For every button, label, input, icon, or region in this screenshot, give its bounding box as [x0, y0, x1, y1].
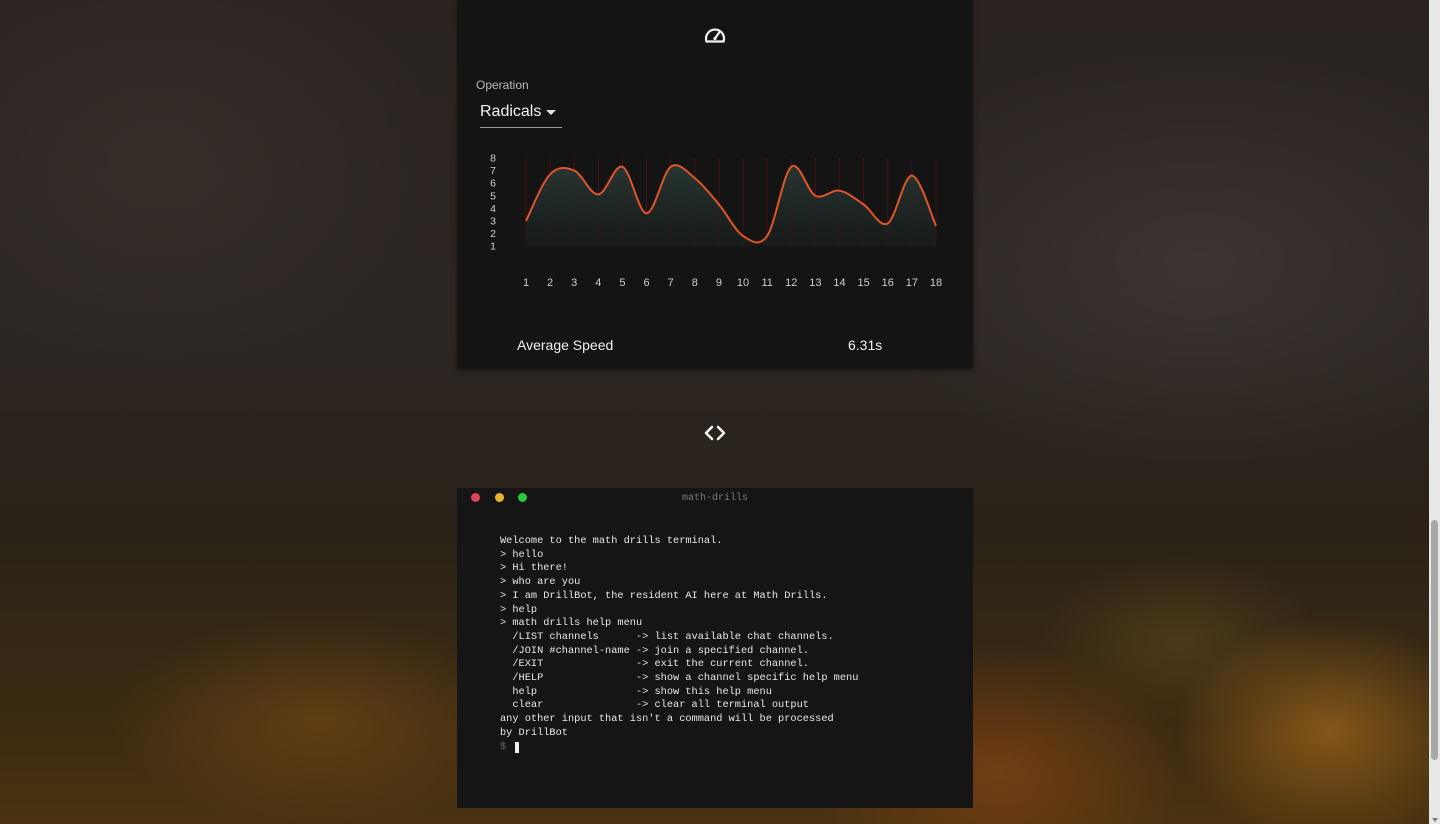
- chart-x-tick-label: 16: [882, 277, 894, 289]
- terminal-line: help -> show this help menu: [500, 685, 772, 698]
- operation-label: Operation: [476, 78, 529, 92]
- operation-select-value: Radicals: [480, 103, 542, 120]
- chart-y-tick-label: 2: [490, 228, 496, 240]
- chart-x-tick-label: 1: [523, 277, 529, 289]
- chart-point: [766, 235, 768, 237]
- chart-point: [935, 225, 937, 227]
- chart-x-tick-label: 11: [761, 277, 772, 289]
- stats-card: Operation Radicals 8 7 6 5 4 3 2 1 1 2 3 4 5 6 7 8 9 10 11…: [457, 0, 973, 368]
- terminal-line: > Hi there!: [500, 562, 568, 575]
- terminal-cursor[interactable]: [515, 742, 519, 753]
- terminal-line: by DrillBot: [500, 726, 568, 739]
- chart-x-tick-label: 9: [716, 277, 722, 289]
- chart-y-tick-label: 6: [490, 178, 496, 190]
- chart-point: [718, 204, 720, 206]
- terminal-title: math-drills: [681, 493, 748, 504]
- chart-x-tick-label: 14: [833, 277, 845, 289]
- scrollbar-thumb[interactable]: [1431, 520, 1438, 760]
- terminal-prompt: $: [500, 741, 507, 753]
- terminal-line: > who are you: [500, 576, 581, 589]
- chart-x-tick-label: 12: [785, 277, 797, 289]
- terminal-output: Welcome to the math drills terminal. > h…: [500, 535, 858, 741]
- chart-y-tick-label: 3: [490, 216, 496, 228]
- chart-point: [694, 177, 696, 179]
- chart-point: [597, 193, 599, 195]
- speed-chart: 876543211 2 3 4 5 6 7 8 9 10 11 12 13 14 15 16 17 18: [490, 153, 942, 290]
- average-speed-label: Average Speed: [517, 337, 614, 353]
- chart-x-tick-label: 8: [692, 277, 698, 289]
- chart-x-tick-label: 5: [619, 277, 625, 289]
- terminal-line: any other input that isn't a command wil…: [500, 713, 834, 726]
- terminal-window: math-drills Welcome to the math drills t…: [457, 488, 973, 808]
- terminal-line: /HELP -> show a channel specific help me…: [500, 672, 859, 685]
- chart-y-tick-label: 1: [490, 241, 496, 253]
- page-scrollbar[interactable]: [1429, 0, 1440, 824]
- chart-point: [621, 166, 623, 168]
- speedometer-icon: [704, 28, 726, 43]
- chart-point: [525, 220, 527, 222]
- chart-y-tick-label: 8: [490, 153, 496, 165]
- chart-point: [549, 173, 551, 175]
- terminal-line: > hello: [500, 548, 544, 561]
- terminal-line: > I am DrillBot, the resident AI here at…: [500, 589, 828, 602]
- terminal-line: clear -> clear all terminal output: [500, 699, 809, 712]
- chart-point: [863, 204, 865, 206]
- chart-x-tick-label: 18: [930, 277, 942, 289]
- chart-point: [742, 235, 744, 237]
- chart-x-tick-label: 10: [737, 277, 749, 289]
- average-speed-value: 6.31s: [848, 337, 883, 353]
- chart-y-tick-label: 7: [490, 165, 496, 177]
- terminal-line: > help: [500, 603, 538, 616]
- chart-x-tick-label: 13: [809, 277, 821, 289]
- chart-point: [839, 190, 841, 192]
- chart-point: [790, 166, 792, 168]
- terminal-line: /LIST channels -> list available chat ch…: [500, 630, 834, 643]
- chart-point: [911, 175, 913, 177]
- chart-point: [646, 212, 648, 214]
- chart-y-tick-label: 5: [490, 190, 496, 202]
- chevron-down-icon: [546, 110, 556, 115]
- scroll-down-arrow-icon[interactable]: [1432, 818, 1438, 822]
- chart-point: [670, 166, 672, 168]
- chart-point: [814, 195, 816, 197]
- terminal-line: /JOIN #channel-name -> join a specified …: [500, 644, 809, 657]
- chart-x-tick-label: 17: [906, 277, 918, 289]
- chart-x-tick-label: 4: [595, 277, 601, 289]
- chart-y-tick-label: 4: [490, 203, 496, 215]
- terminal-line: > math drills help menu: [500, 617, 643, 630]
- terminal-line: Welcome to the math drills terminal.: [500, 535, 723, 547]
- chart-point: [887, 222, 889, 224]
- operation-select[interactable]: Radicals: [480, 100, 562, 128]
- code-brackets-icon[interactable]: [702, 423, 728, 443]
- terminal-line: /EXIT -> exit the current channel.: [500, 658, 809, 671]
- chart-x-tick-label: 3: [571, 277, 577, 289]
- chart-x-tick-label: 7: [668, 277, 674, 289]
- chart-area-fill: [526, 165, 936, 246]
- chart-x-tick-label: 2: [547, 277, 553, 289]
- chart-x-tick-label: 15: [858, 277, 870, 289]
- chart-point: [573, 170, 575, 172]
- chart-x-tick-label: 6: [644, 277, 650, 289]
